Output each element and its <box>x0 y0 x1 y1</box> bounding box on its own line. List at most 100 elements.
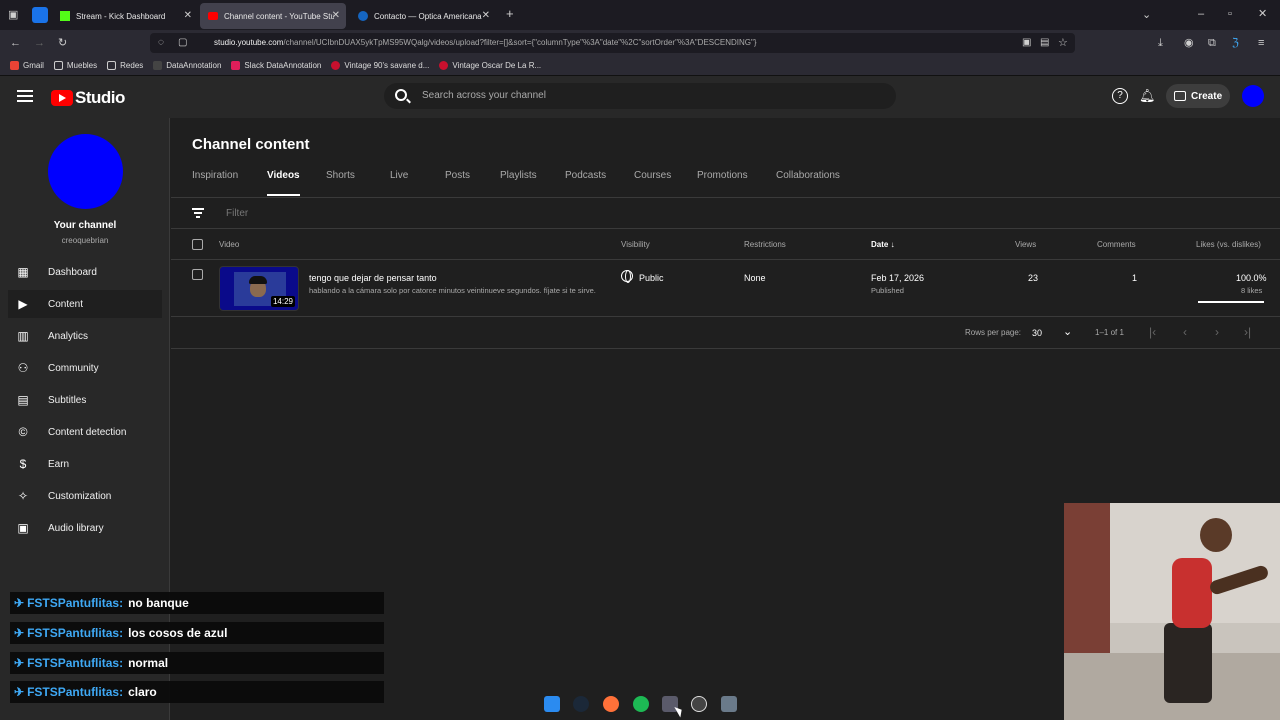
extension-icon[interactable]: ℨ <box>1232 37 1239 49</box>
filter-input[interactable]: Filter <box>226 208 248 219</box>
bookmark-vintage-savane[interactable]: Vintage 90's savane d... <box>331 61 429 70</box>
likes-bar <box>1198 301 1264 303</box>
bookmark-star-icon[interactable]: ☆ <box>1058 37 1068 49</box>
bookmark-label: Gmail <box>23 61 44 70</box>
bookmark-redes[interactable]: Redes <box>107 61 143 70</box>
bookmark-muebles[interactable]: Muebles <box>53 61 97 70</box>
verified-pin-icon: ✈ <box>14 596 25 610</box>
maximize-icon[interactable]: ▫ <box>1228 8 1232 20</box>
dataannotation-icon <box>153 61 163 70</box>
tab-playlists[interactable]: Playlists <box>500 170 537 196</box>
tab-videos[interactable]: Videos <box>267 170 300 196</box>
last-page-icon[interactable]: ›| <box>1244 325 1251 339</box>
tab-kick-dashboard[interactable]: Stream - Kick Dashboard ✕ <box>52 3 198 29</box>
chat-text: no banque <box>128 596 189 610</box>
picture-in-picture-icon[interactable]: ▣ <box>1022 37 1031 49</box>
video-thumbnail[interactable]: 14:29 <box>219 266 299 311</box>
menu-icon[interactable]: ≡ <box>1258 37 1264 49</box>
create-button[interactable]: Create <box>1166 84 1230 108</box>
tab-inspiration[interactable]: Inspiration <box>192 170 238 196</box>
obs-icon[interactable] <box>691 696 707 712</box>
address-bar[interactable]: studio.youtube.com/channel/UCIbnDUAX5ykT… <box>150 33 1075 53</box>
close-tab-icon[interactable]: ✕ <box>332 10 340 21</box>
new-tab-icon[interactable]: + <box>506 7 514 20</box>
bookmark-gmail[interactable]: Gmail <box>10 61 44 70</box>
sort-down-arrow-icon: ↓ <box>890 240 895 249</box>
pinned-tab-icon[interactable] <box>32 7 48 23</box>
close-tab-icon[interactable]: ✕ <box>184 10 192 21</box>
windows-start-icon[interactable] <box>544 696 560 712</box>
forward-icon[interactable]: → <box>34 37 45 49</box>
filter-icon[interactable] <box>192 208 204 220</box>
tab-posts[interactable]: Posts <box>445 170 470 196</box>
chat-text: claro <box>128 685 157 699</box>
row-checkbox[interactable] <box>192 269 203 280</box>
thumbnail-hair <box>249 276 267 284</box>
sidebar-item-dashboard[interactable]: ▦ Dashboard <box>8 258 162 286</box>
tab-optica-americana[interactable]: Contacto — Optica Americana ✕ <box>350 3 496 29</box>
prev-page-icon[interactable]: ‹ <box>1183 325 1187 339</box>
select-all-checkbox[interactable] <box>192 239 203 250</box>
calculator-icon[interactable] <box>721 696 737 712</box>
help-icon[interactable]: ? <box>1112 88 1128 104</box>
content-icon: ▶ <box>18 297 28 311</box>
account-avatar[interactable] <box>1242 85 1264 107</box>
sidebar-item-content[interactable]: ▶ Content <box>8 290 162 318</box>
extensions-icon[interactable]: ⧉ <box>1208 37 1216 49</box>
shield-icon[interactable]: ◌ <box>158 37 164 49</box>
steam-icon[interactable] <box>573 696 589 712</box>
channel-avatar[interactable] <box>48 134 123 209</box>
video-title[interactable]: tengo que dejar de pensar tanto <box>309 273 437 283</box>
bookmark-vintage-oscar[interactable]: Vintage Oscar De La R... <box>439 61 541 70</box>
bookmark-label: Vintage Oscar De La R... <box>452 61 542 70</box>
column-header-views: Views <box>1015 240 1037 249</box>
tab-courses[interactable]: Courses <box>634 170 671 196</box>
likes-bar-fill <box>1198 301 1264 303</box>
first-page-icon[interactable]: |‹ <box>1149 325 1156 339</box>
sidebar-item-community[interactable]: ⚇ Community <box>8 354 162 382</box>
tab-podcasts[interactable]: Podcasts <box>565 170 606 196</box>
sidebar-item-analytics[interactable]: ▥ Analytics <box>8 322 162 350</box>
reader-icon[interactable]: ▤ <box>1040 37 1049 49</box>
sidebar-item-customization[interactable]: ✧ Customization <box>8 482 162 510</box>
notifications-bell-icon[interactable]: 🔔︎ <box>1139 88 1156 104</box>
channel-search-input[interactable]: Search across your channel <box>384 83 896 109</box>
firefox-icon[interactable] <box>603 696 619 712</box>
window-close-icon[interactable]: ✕ <box>1258 8 1267 20</box>
bookmark-dataannotation[interactable]: DataAnnotation <box>153 61 221 70</box>
minimize-icon[interactable]: – <box>1198 8 1204 20</box>
screen: ▣ Stream - Kick Dashboard ✕ Channel cont… <box>0 0 1280 720</box>
account-icon[interactable]: ◉ <box>1184 37 1194 49</box>
spotify-icon[interactable] <box>633 696 649 712</box>
studio-logo[interactable]: Studio <box>51 88 125 108</box>
slack-icon <box>231 61 241 70</box>
close-tab-icon[interactable]: ✕ <box>482 10 490 21</box>
folder-icon <box>107 61 117 70</box>
chat-message: ✈ FSTSPantuflitas: no banque <box>10 592 384 614</box>
tab-shorts[interactable]: Shorts <box>326 170 355 196</box>
sidebar-item-content-detection[interactable]: © Content detection <box>8 418 162 446</box>
tab-youtube-studio[interactable]: Channel content - YouTube Stu ✕ <box>200 3 346 29</box>
chat-message: ✈ FSTSPantuflitas: los cosos de azul <box>10 622 384 644</box>
reload-icon[interactable]: ↻ <box>58 37 67 49</box>
back-icon[interactable]: ← <box>10 37 21 49</box>
tab-promotions[interactable]: Promotions <box>697 170 748 196</box>
chevron-down-icon[interactable]: ⌄ <box>1063 325 1072 338</box>
lock-icon[interactable]: ▢ <box>178 37 187 49</box>
date-status: Published <box>871 286 904 295</box>
sidebar-item-subtitles[interactable]: ▤ Subtitles <box>8 386 162 414</box>
column-header-date[interactable]: Date ↓ <box>871 240 895 249</box>
bookmark-label: Redes <box>120 61 144 70</box>
sidebar-item-earn[interactable]: $ Earn <box>8 450 162 478</box>
sidebar-item-audio-library[interactable]: ▣ Audio library <box>8 514 162 542</box>
tab-collaborations[interactable]: Collaborations <box>776 170 840 196</box>
downloads-icon[interactable]: ⤓ <box>1158 37 1163 49</box>
visibility-value[interactable]: Public <box>639 273 664 283</box>
hamburger-menu-icon[interactable] <box>17 90 33 102</box>
bookmark-slack[interactable]: Slack DataAnnotation <box>231 61 321 70</box>
next-page-icon[interactable]: › <box>1215 325 1219 339</box>
tab-live[interactable]: Live <box>390 170 408 196</box>
tab-list-icon[interactable]: ▣ <box>8 9 18 21</box>
tab-overflow-icon[interactable]: ⌄ <box>1142 9 1151 21</box>
rows-per-page-select[interactable]: 30 <box>1032 328 1042 338</box>
